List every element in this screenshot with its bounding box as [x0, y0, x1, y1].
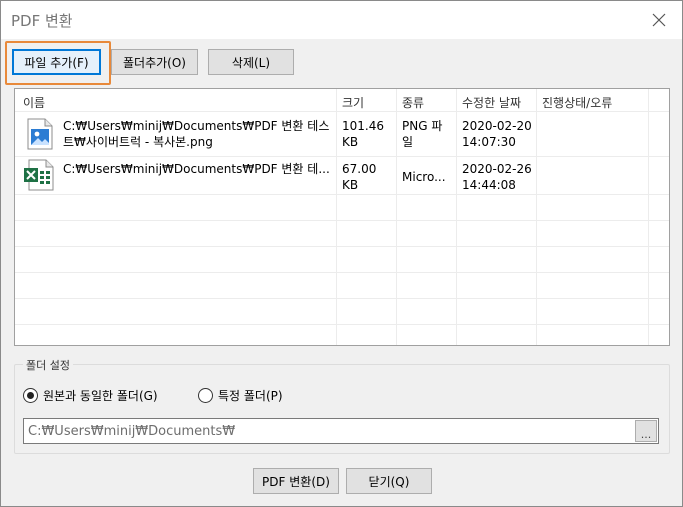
- radio-specific-folder[interactable]: 특정 폴더(P): [198, 387, 283, 404]
- excel-file-icon: [23, 159, 55, 194]
- file-date-line1: 2020-02-26: [462, 162, 532, 176]
- radio-unchecked-icon: [198, 388, 213, 403]
- file-list[interactable]: 이름 크기 종류 수정한 날짜 진행상태/오류 C:₩Users₩minij₩D…: [14, 88, 670, 346]
- folder-settings-label: 폴더 설정: [23, 357, 73, 373]
- radio-specific-folder-label: 특정 폴더(P): [218, 389, 283, 403]
- file-date-line2: 14:44:08: [462, 178, 516, 192]
- image-file-icon: [27, 118, 53, 153]
- file-size-line1: 67.00: [342, 162, 377, 176]
- pdf-convert-button[interactable]: PDF 변환(D): [253, 468, 339, 494]
- file-name-line1: C:₩Users₩minij₩Documents₩PDF 변환 테스: [63, 119, 330, 133]
- radio-same-folder[interactable]: 원본과 동일한 폴더(G): [23, 387, 158, 404]
- file-size-line1: 101.46: [342, 119, 384, 133]
- window-title: PDF 변환: [11, 12, 73, 30]
- add-file-button[interactable]: 파일 추가(F): [12, 49, 101, 75]
- file-name-line2: 트₩사이버트럭 - 복사본.png: [63, 135, 213, 149]
- table-row[interactable]: C:₩Users₩minij₩Documents₩PDF 변환 테스 트₩사이버…: [15, 112, 669, 156]
- delete-button[interactable]: 삭제(L): [208, 49, 294, 75]
- radio-same-folder-label: 원본과 동일한 폴더(G): [43, 389, 158, 403]
- file-name-line1: C:₩Users₩minij₩Documents₩PDF 변환 테...: [63, 162, 330, 176]
- add-folder-button[interactable]: 폴더추가(O): [111, 49, 198, 75]
- folder-path-text: C:₩Users₩minij₩Documents₩: [28, 424, 236, 439]
- folder-path-field[interactable]: C:₩Users₩minij₩Documents₩ ...: [23, 418, 659, 444]
- radio-checked-icon: [23, 388, 38, 403]
- file-date-line1: 2020-02-20: [462, 119, 532, 133]
- column-header-type[interactable]: 종류: [402, 94, 424, 111]
- file-size-line2: KB: [342, 135, 359, 149]
- file-size-line2: KB: [342, 178, 359, 192]
- browse-button[interactable]: ...: [635, 420, 657, 442]
- column-header-modified[interactable]: 수정한 날짜: [462, 94, 521, 111]
- column-header-name[interactable]: 이름: [23, 94, 45, 111]
- file-type-line1: Micro...: [402, 170, 446, 184]
- close-icon: [652, 13, 666, 27]
- file-date-line2: 14:07:30: [462, 135, 516, 149]
- column-header-status[interactable]: 진행상태/오류: [542, 94, 612, 111]
- pdf-convert-dialog: PDF 변환 파일 추가(F) 폴더추가(O) 삭제(L) 이름 크기 종류 수…: [0, 0, 683, 507]
- close-window-button[interactable]: [636, 1, 682, 39]
- title-bar: PDF 변환: [1, 1, 682, 39]
- table-row[interactable]: C:₩Users₩minij₩Documents₩PDF 변환 테... 67.…: [15, 157, 669, 194]
- close-button[interactable]: 닫기(Q): [346, 468, 432, 494]
- column-header-size[interactable]: 크기: [342, 94, 364, 111]
- file-type-line2: 일: [402, 135, 414, 149]
- file-type-line1: PNG 파: [402, 119, 443, 133]
